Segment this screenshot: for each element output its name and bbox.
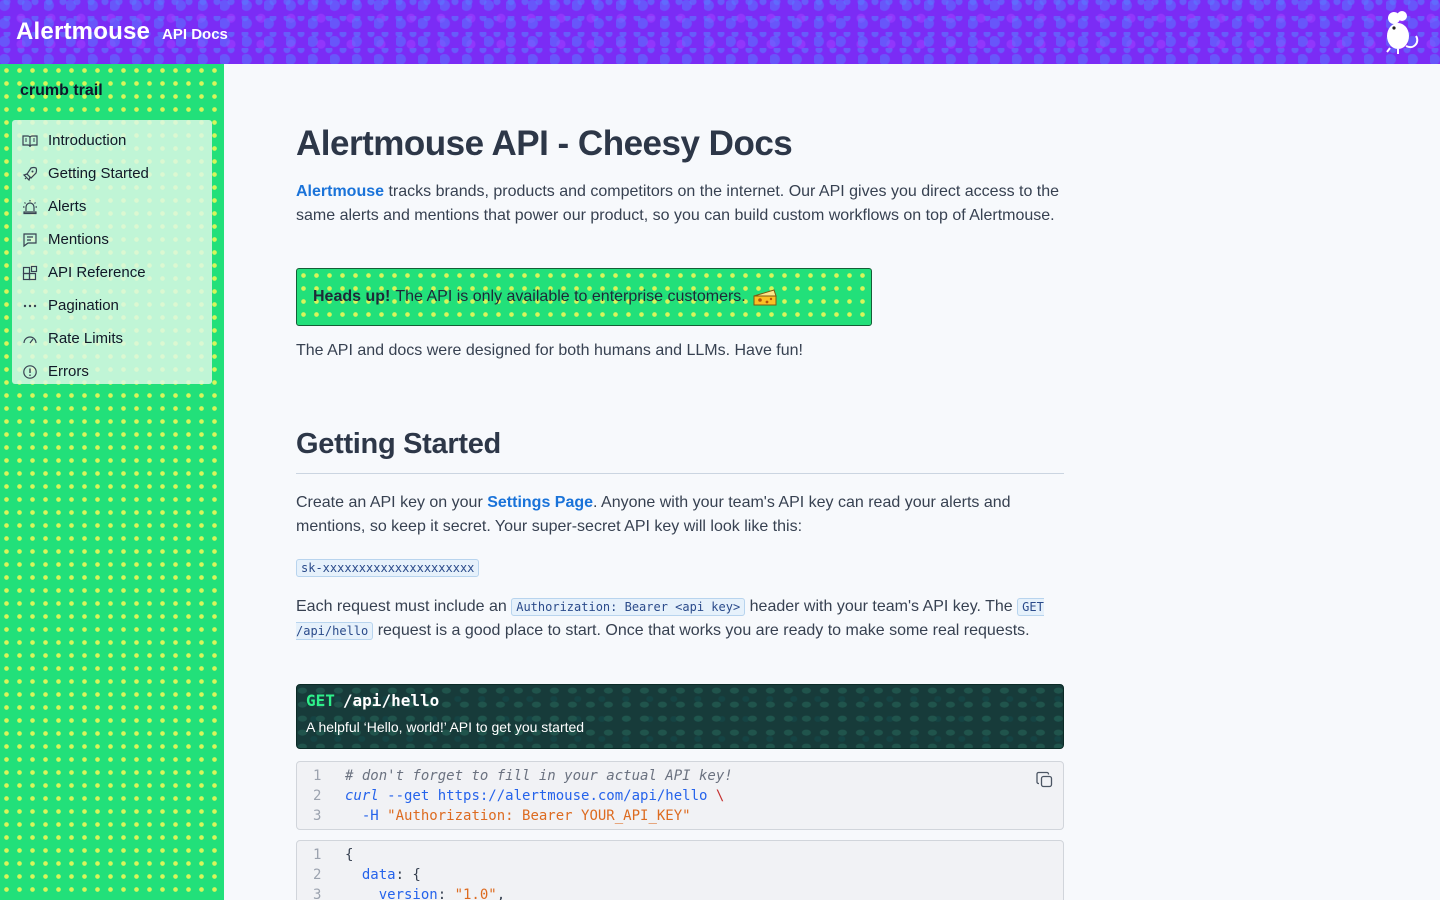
copy-icon[interactable] bbox=[1035, 770, 1055, 790]
sidebar-item-introduction[interactable]: Introduction bbox=[12, 124, 212, 157]
brand-name[interactable]: Alertmouse bbox=[16, 18, 150, 46]
line-number: 2 bbox=[313, 867, 322, 883]
humans-note: The API and docs were designed for both … bbox=[296, 342, 803, 359]
callout-text: The API is only available to enterprise … bbox=[395, 288, 746, 305]
blocks-icon bbox=[22, 265, 38, 280]
sidebar-item-alerts[interactable]: Alerts bbox=[12, 190, 212, 223]
ellipsis-icon bbox=[23, 304, 37, 307]
sidebar-item-label: Pagination bbox=[48, 297, 119, 314]
code-continuation: \ bbox=[707, 788, 725, 804]
endpoint-description: A helpful ‘Hello, world!’ API to get you… bbox=[306, 719, 585, 735]
request-paragraph: Each request must include an Authorizati… bbox=[296, 595, 1064, 643]
sidebar-item-label: Alerts bbox=[48, 198, 87, 215]
page-title: Alertmouse API - Cheesy Docs bbox=[296, 124, 793, 163]
alert-circle-icon bbox=[23, 364, 37, 379]
message-icon bbox=[23, 232, 37, 247]
p2-b: header with your team's API key. The bbox=[745, 598, 1018, 615]
gauge-icon bbox=[23, 335, 37, 343]
sidebar-item-rate-limits[interactable]: Rate Limits bbox=[12, 322, 212, 355]
endpoint-signature: GET/api/hello bbox=[306, 691, 1054, 710]
p1-before: Create an API key on your bbox=[296, 494, 488, 511]
callout-strong: Heads up! bbox=[313, 288, 391, 305]
code-string: "1.0" bbox=[454, 887, 497, 900]
endpoint-path: /api/hello bbox=[342, 691, 440, 710]
top-header: Alertmouse API Docs bbox=[0, 0, 1440, 64]
sidebar-item-label: API Reference bbox=[48, 264, 146, 281]
p2-c: request is a good place to start. Once t… bbox=[373, 622, 1030, 639]
siren-icon bbox=[23, 199, 37, 214]
endpoint-method: GET bbox=[306, 691, 335, 710]
code-punct: : { bbox=[395, 867, 421, 883]
code-punct: { bbox=[345, 847, 354, 863]
mouse-icon[interactable] bbox=[1376, 8, 1424, 56]
code-flag: -H bbox=[345, 808, 388, 824]
code-line: 1 { bbox=[297, 845, 1063, 865]
sidebar: crumb trail Introduction Getting Started… bbox=[0, 64, 224, 900]
line-number: 2 bbox=[313, 788, 322, 804]
code-key: data bbox=[345, 867, 396, 883]
line-number: 1 bbox=[313, 847, 322, 863]
code-string: "Authorization: Bearer YOUR_API_KEY" bbox=[387, 808, 691, 824]
code-punct: : bbox=[437, 887, 455, 900]
code-line: 3 -H "Authorization: Bearer YOUR_API_KEY… bbox=[297, 806, 1063, 826]
code-key: version bbox=[345, 887, 438, 900]
sidebar-item-label: Introduction bbox=[48, 132, 127, 149]
sidebar-title: crumb trail bbox=[20, 82, 103, 99]
sidebar-item-errors[interactable]: Errors bbox=[12, 355, 212, 388]
section-divider bbox=[296, 473, 1064, 474]
code-command: curl bbox=[345, 788, 379, 804]
sidebar-item-pagination[interactable]: Pagination bbox=[12, 289, 212, 322]
auth-header-code: Authorization: Bearer <api key> bbox=[511, 598, 746, 616]
book-open-icon bbox=[22, 134, 38, 147]
code-line: 1 # don't forget to fill in your actual … bbox=[297, 766, 1063, 786]
getting-started-heading: Getting Started bbox=[296, 428, 501, 460]
sidebar-item-label: Errors bbox=[48, 363, 89, 380]
line-number: 3 bbox=[313, 887, 322, 900]
heads-up-callout: Heads up! The API is only available to e… bbox=[296, 268, 872, 326]
sidebar-nav: Introduction Getting Started Alerts Ment… bbox=[12, 120, 212, 384]
api-key-paragraph: Create an API key on your Settings Page.… bbox=[296, 491, 1064, 539]
curl-code-block: 1 # don't forget to fill in your actual … bbox=[296, 761, 1064, 830]
code-comment: # don't forget to fill in your actual AP… bbox=[345, 768, 733, 784]
code-flag: --get bbox=[378, 788, 438, 804]
intro-paragraph: Alertmouse tracks brands, products and c… bbox=[296, 180, 1064, 228]
api-key-example-line: sk-xxxxxxxxxxxxxxxxxxxxx bbox=[296, 559, 480, 577]
sidebar-item-getting-started[interactable]: Getting Started bbox=[12, 157, 212, 190]
api-key-example: sk-xxxxxxxxxxxxxxxxxxxxx bbox=[296, 559, 480, 577]
sidebar-item-api-reference[interactable]: API Reference bbox=[12, 256, 212, 289]
line-number: 1 bbox=[313, 768, 322, 784]
settings-page-link[interactable]: Settings Page bbox=[487, 494, 593, 511]
code-line: 2 curl --get https://alertmouse.com/api/… bbox=[297, 786, 1063, 806]
alertmouse-link[interactable]: Alertmouse bbox=[296, 183, 384, 200]
response-code-block: 1 { 2 data: { 3 version: "1.0", bbox=[296, 840, 1064, 900]
sidebar-item-label: Rate Limits bbox=[48, 330, 124, 347]
sidebar-item-label: Getting Started bbox=[48, 165, 149, 182]
brand-subtitle[interactable]: API Docs bbox=[162, 26, 228, 43]
code-url: https://alertmouse.com/api/hello bbox=[437, 788, 708, 804]
line-number: 3 bbox=[313, 808, 322, 824]
code-punct: , bbox=[496, 887, 506, 900]
p2-a: Each request must include an bbox=[296, 598, 512, 615]
sidebar-item-mentions[interactable]: Mentions bbox=[12, 223, 212, 256]
code-line: 3 version: "1.0", bbox=[297, 885, 1063, 900]
rocket-icon bbox=[22, 166, 38, 181]
intro-text: tracks brands, products and competitors … bbox=[296, 183, 1060, 224]
cheese-icon bbox=[753, 289, 777, 306]
code-line: 2 data: { bbox=[297, 865, 1063, 885]
sidebar-item-label: Mentions bbox=[48, 231, 109, 248]
brand[interactable]: Alertmouse API Docs bbox=[16, 18, 228, 46]
endpoint-card[interactable]: GET/api/hello A helpful ‘Hello, world!’ … bbox=[296, 684, 1064, 749]
